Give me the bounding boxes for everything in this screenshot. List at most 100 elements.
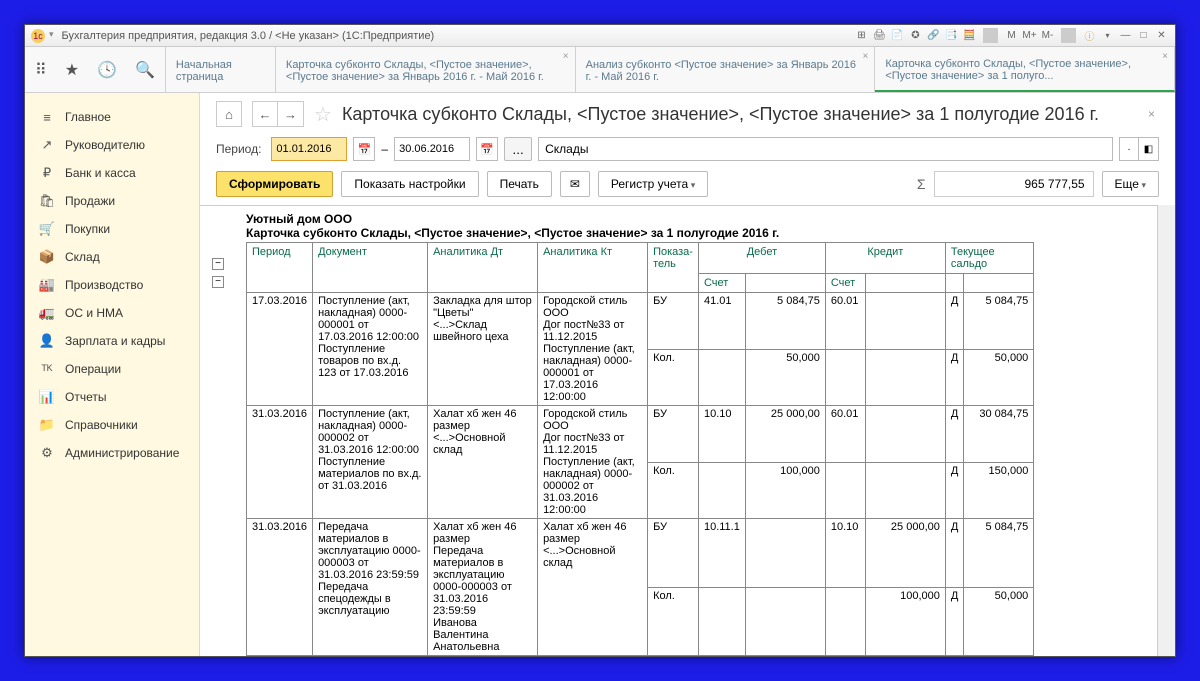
tb-icon-6[interactable]: 📑 bbox=[944, 28, 959, 43]
close-page-button[interactable]: × bbox=[1144, 103, 1159, 125]
sidebar-item[interactable]: ≡ Главное bbox=[25, 103, 199, 131]
minimize-button[interactable]: — bbox=[1118, 28, 1133, 43]
content: ⌂ ← → ☆ Карточка субконто Склады, <Пусто… bbox=[200, 93, 1175, 656]
cell-c-val: 100,000 bbox=[865, 587, 945, 656]
cell-c-val: 25 000,00 bbox=[865, 519, 945, 588]
sidebar-item[interactable]: ᵀᴷОперации bbox=[25, 355, 199, 383]
print-button[interactable]: Печать bbox=[487, 171, 552, 197]
dropdown-icon[interactable]: ▾ bbox=[49, 29, 54, 43]
sidebar-icon: 🏭 bbox=[39, 277, 55, 293]
sidebar-item[interactable]: 📦Склад bbox=[25, 243, 199, 271]
favorite-icon[interactable]: ★ bbox=[61, 56, 83, 84]
sidebar-icon: 👤 bbox=[39, 333, 55, 349]
sidebar-label: Главное bbox=[65, 110, 111, 124]
cell-d-val bbox=[745, 519, 825, 588]
sidebar-item[interactable]: 👤Зарплата и кадры bbox=[25, 327, 199, 355]
date-to-input[interactable] bbox=[394, 137, 470, 161]
apps-icon[interactable]: ⠿ bbox=[31, 56, 51, 84]
tab-analysis[interactable]: Анализ субконто <Пустое значение> за Янв… bbox=[576, 47, 876, 92]
m-button[interactable]: M bbox=[1004, 28, 1019, 43]
nav-left: ⠿ ★ 🕓 🔍 bbox=[25, 47, 166, 92]
maximize-button[interactable]: □ bbox=[1136, 28, 1151, 43]
cell-d-acc bbox=[698, 462, 745, 519]
sidebar-label: Банк и касса bbox=[65, 166, 136, 180]
table-row[interactable]: 17.03.2016Поступление (акт, накладная) 0… bbox=[247, 293, 1034, 350]
subconto-type-input[interactable] bbox=[538, 137, 1113, 161]
tree-collapse-2[interactable]: − bbox=[212, 276, 224, 288]
sidebar-item[interactable]: ₽Банк и касса bbox=[25, 159, 199, 187]
turnover-label: Обороты за Март 16 bbox=[247, 656, 648, 657]
more-button[interactable]: Еще bbox=[1102, 171, 1159, 197]
col-c-val bbox=[865, 274, 945, 293]
calendar-from-button[interactable]: 📅 bbox=[353, 137, 375, 161]
tb-icon-7[interactable]: 🧮 bbox=[962, 28, 977, 43]
turnover-row[interactable]: Обороты за Март 16БУ965 777,55960 692,80 bbox=[247, 656, 1034, 657]
cell-d-acc bbox=[698, 349, 745, 406]
tab-card-1[interactable]: Карточка субконто Склады, <Пустое значен… bbox=[276, 47, 576, 92]
tree-collapse-1[interactable]: − bbox=[212, 258, 224, 270]
sidebar-item[interactable]: 🛒Покупки bbox=[25, 215, 199, 243]
home-button[interactable]: ⌂ bbox=[216, 101, 242, 127]
show-settings-button[interactable]: Показать настройки bbox=[341, 171, 478, 197]
cell-c-acc bbox=[825, 587, 865, 656]
sidebar-icon: ↗ bbox=[39, 137, 55, 153]
cell-pok: БУ bbox=[648, 406, 699, 463]
col-d-acc: Счет bbox=[698, 274, 745, 293]
cell-d-val: 50,000 bbox=[745, 349, 825, 406]
dropdown2-icon[interactable]: ▾ bbox=[1100, 28, 1115, 43]
col-an-kt: Аналитика Кт bbox=[538, 243, 648, 293]
tb-icon-1[interactable]: ⊞ bbox=[854, 28, 869, 43]
date-from-input[interactable] bbox=[271, 137, 347, 161]
table-row[interactable]: 31.03.2016Передача материалов в эксплуат… bbox=[247, 519, 1034, 588]
tb-icon-5[interactable]: 🔗 bbox=[926, 28, 941, 43]
cell-c-val bbox=[865, 406, 945, 463]
sidebar-item[interactable]: ↗Руководителю bbox=[25, 131, 199, 159]
tab-home-label: Начальная страница bbox=[176, 59, 265, 83]
tab-close-icon[interactable]: × bbox=[862, 51, 868, 62]
cell-d-val: 965 777,55 bbox=[745, 656, 825, 657]
cell-an-kt: Городской стиль ООО Дог пост№33 от 11.12… bbox=[538, 293, 648, 406]
cell-c-acc bbox=[825, 349, 865, 406]
form-button[interactable]: Сформировать bbox=[216, 171, 333, 197]
search-icon[interactable]: 🔍 bbox=[131, 56, 159, 84]
sidebar-item[interactable]: 🚛ОС и НМА bbox=[25, 299, 199, 327]
register-button[interactable]: Регистр учета bbox=[598, 171, 708, 197]
back-button[interactable]: ← bbox=[252, 101, 278, 127]
sidebar-item[interactable]: 📊Отчеты bbox=[25, 383, 199, 411]
sidebar-icon: 🛒 bbox=[39, 221, 55, 237]
tb-icon-2[interactable]: 🖨 bbox=[872, 28, 887, 43]
sidebar-item[interactable]: 📁Справочники bbox=[25, 411, 199, 439]
sidebar-icon: ≡ bbox=[39, 109, 55, 125]
tab-close-icon[interactable]: × bbox=[563, 51, 569, 62]
star-icon[interactable]: ☆ bbox=[314, 102, 332, 127]
forward-button[interactable]: → bbox=[278, 101, 304, 127]
vertical-scrollbar[interactable] bbox=[1157, 205, 1175, 656]
m-plus-button[interactable]: M+ bbox=[1022, 28, 1037, 43]
m-minus-button[interactable]: M- bbox=[1040, 28, 1055, 43]
col-b-side bbox=[945, 274, 963, 293]
period-select-button[interactable]: ... bbox=[504, 137, 532, 161]
sum-field[interactable] bbox=[934, 171, 1094, 197]
history-icon[interactable]: 🕓 bbox=[93, 56, 121, 84]
info-icon[interactable]: ⓘ bbox=[1082, 28, 1097, 43]
report-table: Период Документ Аналитика Дт Аналитика К… bbox=[246, 242, 1034, 656]
calendar-to-button[interactable]: 📅 bbox=[476, 137, 498, 161]
tb-icon-4[interactable]: ✪ bbox=[908, 28, 923, 43]
cell-b-side: Д bbox=[945, 293, 963, 350]
sidebar-item[interactable]: ⚙Администрирование bbox=[25, 439, 199, 467]
sidebar-item[interactable]: 🛍Продажи bbox=[25, 187, 199, 215]
cell-d-val: 100,000 bbox=[745, 462, 825, 519]
cell-d-acc: 10.11.1 bbox=[698, 519, 745, 588]
cell-pok: БУ bbox=[648, 293, 699, 350]
select-button[interactable]: ◧ bbox=[1139, 137, 1159, 161]
tab-close-icon[interactable]: × bbox=[1162, 51, 1168, 62]
tab-home[interactable]: Начальная страница bbox=[166, 47, 276, 92]
clear-button[interactable]: · bbox=[1119, 137, 1139, 161]
table-row[interactable]: 31.03.2016Поступление (акт, накладная) 0… bbox=[247, 406, 1034, 463]
mail-button[interactable]: ✉ bbox=[560, 171, 590, 197]
tab-card-2[interactable]: Карточка субконто Склады, <Пустое значен… bbox=[875, 47, 1175, 92]
tb-icon-3[interactable]: 📄 bbox=[890, 28, 905, 43]
sidebar-item[interactable]: 🏭Производство bbox=[25, 271, 199, 299]
sidebar-label: Справочники bbox=[65, 418, 138, 432]
close-window-button[interactable]: ✕ bbox=[1154, 28, 1169, 43]
